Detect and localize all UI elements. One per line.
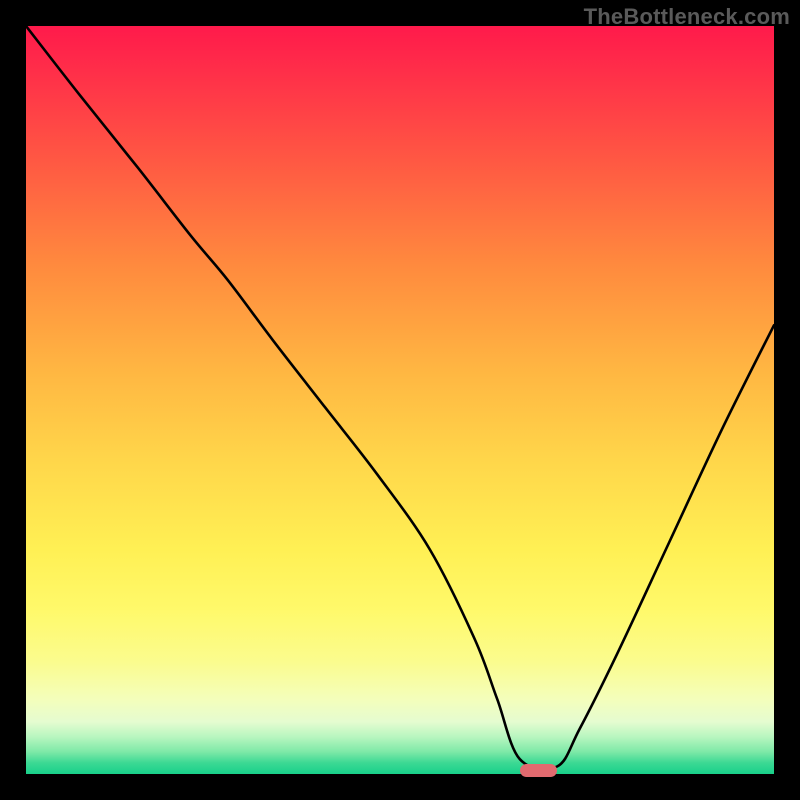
optimal-range-marker xyxy=(520,764,557,777)
watermark-text: TheBottleneck.com xyxy=(584,4,790,30)
plot-area xyxy=(26,26,774,774)
bottleneck-curve xyxy=(26,26,774,774)
chart-frame: TheBottleneck.com xyxy=(0,0,800,800)
